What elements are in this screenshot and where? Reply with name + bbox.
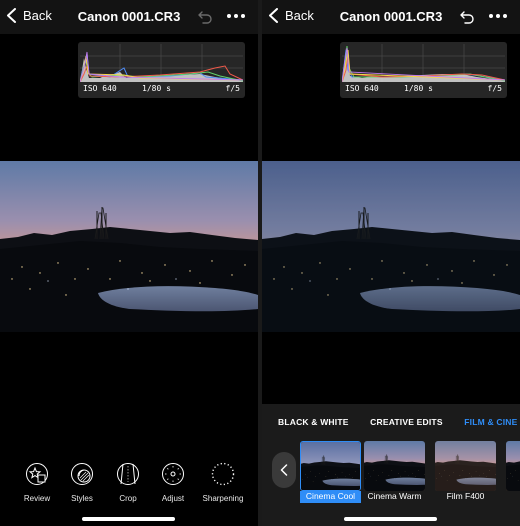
tab-film-and-cine-looks[interactable]: FILM & CINE LOOKS — [464, 417, 520, 427]
iso-value: ISO 640 — [83, 84, 117, 93]
home-indicator — [82, 517, 175, 521]
style-thumbnail-film-f400[interactable]: Film F400 — [435, 441, 496, 503]
page-title: Canon 0001.CR3 — [77, 9, 181, 24]
review-label: Review — [23, 494, 51, 503]
style-thumbnail-cinema-warm[interactable]: Cinema Warm — [364, 441, 425, 503]
more-options-icon[interactable] — [488, 11, 508, 21]
chevron-left-icon — [280, 464, 288, 476]
sharpening-icon — [211, 462, 235, 486]
styles-tool[interactable]: Styles — [57, 462, 107, 503]
style-preview-image — [435, 441, 496, 491]
histogram-plot — [342, 44, 505, 82]
style-preview-image — [300, 441, 361, 491]
aperture-value: f/5 — [487, 84, 502, 93]
style-category-tabs: BLACK & WHITE CREATIVE EDITS FILM & CINE… — [278, 417, 520, 427]
tab-creative-edits[interactable]: CREATIVE EDITS — [370, 417, 443, 427]
sharpening-tool[interactable]: Sharpening — [198, 462, 248, 503]
page-title: Canon 0001.CR3 — [339, 9, 443, 24]
undo-icon[interactable] — [197, 9, 213, 25]
iso-value: ISO 640 — [345, 84, 379, 93]
sharpening-label: Sharpening — [202, 494, 244, 503]
adjust-tool[interactable]: Adjust — [148, 462, 198, 503]
styles-label: Styles — [71, 494, 93, 503]
histogram: ISO 640 1/80 s f/5 — [340, 42, 507, 98]
right-screen: Back Canon 0001.CR3 ISO 640 1/80 s f/5 B… — [262, 0, 520, 526]
styles-circles-icon — [71, 463, 93, 485]
top-bar: Back Canon 0001.CR3 — [262, 0, 520, 34]
edit-toolbar: Review Styles Crop Adjust Sharpening — [0, 462, 258, 507]
undo-icon[interactable] — [459, 9, 475, 25]
styles-panel: BLACK & WHITE CREATIVE EDITS FILM & CINE… — [262, 404, 520, 526]
more-options-icon[interactable] — [226, 11, 246, 21]
review-tool[interactable]: Review — [12, 462, 62, 503]
photo-preview[interactable] — [262, 161, 520, 332]
shutter-value: 1/80 s — [404, 84, 433, 93]
scroll-left-button[interactable] — [272, 452, 296, 488]
histogram-plot — [80, 44, 243, 82]
shutter-value: 1/80 s — [142, 84, 171, 93]
crop-tool[interactable]: Crop — [103, 462, 153, 503]
crop-icon — [117, 463, 139, 485]
photo-preview[interactable] — [0, 161, 258, 332]
tab-black-and-white[interactable]: BLACK & WHITE — [278, 417, 349, 427]
crop-label: Crop — [119, 494, 137, 503]
histogram: ISO 640 1/80 s f/5 — [78, 42, 245, 98]
style-thumbnail-partial[interactable] — [506, 441, 520, 503]
adjust-label: Adjust — [161, 494, 185, 503]
style-thumbnail-cinema-cool[interactable]: Cinema Cool — [300, 441, 361, 503]
style-label: Cinema Cool — [300, 491, 361, 503]
aperture-value: f/5 — [225, 84, 240, 93]
style-preview-image — [506, 441, 520, 491]
style-label: Film F400 — [446, 491, 485, 501]
adjust-dial-icon — [162, 463, 184, 485]
left-screen: Back Canon 0001.CR3 ISO 640 1/80 s f/5 R… — [0, 0, 258, 526]
top-bar: Back Canon 0001.CR3 — [0, 0, 258, 34]
style-label — [506, 491, 520, 503]
style-preview-image — [364, 441, 425, 491]
home-indicator — [344, 517, 437, 521]
style-label: Cinema Warm — [367, 491, 422, 501]
review-star-icon — [26, 463, 48, 485]
